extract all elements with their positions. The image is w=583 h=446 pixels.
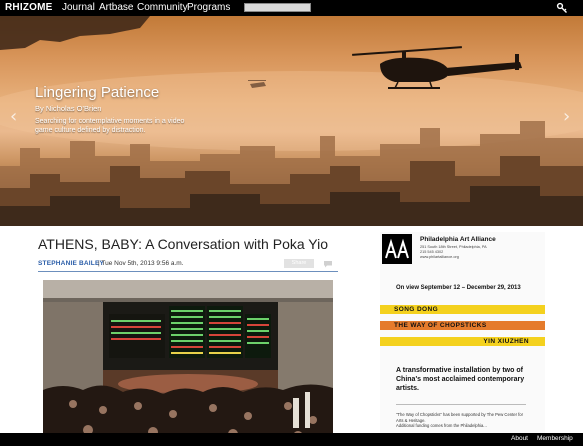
art-alliance-logo xyxy=(382,234,412,264)
hero-byline: By Nicholas O'Brien xyxy=(35,104,102,113)
ad-address-line: www.philartalliance.org xyxy=(420,255,459,259)
footer-membership-link[interactable]: Membership xyxy=(537,435,573,442)
hero-next-arrow-icon[interactable]: › xyxy=(563,106,570,127)
ad-support-text: "The Way of Chopsticks" has been support… xyxy=(396,412,531,429)
ad-exhibition-title: THE WAY OF CHOPSTICKS xyxy=(380,321,545,330)
ad-address: 251 South 18th Street, Philadelphia, PA … xyxy=(420,245,530,260)
key-icon[interactable] xyxy=(556,2,568,14)
search-input[interactable] xyxy=(244,3,311,12)
article-author[interactable]: STEPHANIE BAILEY xyxy=(38,260,104,267)
nav-item-artbase[interactable]: Artbase xyxy=(99,2,133,13)
hero-description: Searching for contemplative moments in a… xyxy=(35,118,185,134)
nav-item-programs[interactable]: Programs xyxy=(187,2,230,13)
article-photo[interactable] xyxy=(43,280,333,446)
hero-banner[interactable]: Lingering Patience By Nicholas O'Brien S… xyxy=(0,16,583,226)
footer: About Membership xyxy=(0,433,583,446)
ad-org-name: Philadelphia Art Alliance xyxy=(420,236,496,243)
ad-artist-song-dong: SONG DONG xyxy=(380,305,545,314)
hero-title[interactable]: Lingering Patience xyxy=(35,84,159,101)
ad-on-view: On view September 12 – December 29, 2013 xyxy=(396,285,521,291)
article-date: | Tue Nov 5th, 2013 9:56 a.m. xyxy=(98,260,184,267)
rhizome-logo[interactable]: RHIZOME xyxy=(5,2,53,13)
trading-floor-image xyxy=(43,280,333,446)
ad-artist-yin-xiuzhen: YIN XIUZHEN xyxy=(380,337,545,346)
nav-item-community[interactable]: Community xyxy=(137,2,188,13)
advertisement[interactable]: Philadelphia Art Alliance 251 South 18th… xyxy=(380,232,545,446)
top-nav: RHIZOME Journal Artbase Community Progra… xyxy=(0,0,583,16)
article-meta: STEPHANIE BAILEY | Tue Nov 5th, 2013 9:5… xyxy=(38,258,338,272)
ad-divider xyxy=(396,404,526,405)
ad-support-line: Additional funding comes from the Philad… xyxy=(396,423,487,428)
article-title[interactable]: ATHENS, BABY: A Conversation with Poka Y… xyxy=(38,236,328,252)
hero-prev-arrow-icon[interactable]: ‹ xyxy=(10,106,17,127)
nav-item-journal[interactable]: Journal xyxy=(62,2,95,13)
ad-support-line: "The Way of Chopsticks" has been support… xyxy=(396,412,524,423)
comment-icon[interactable] xyxy=(323,260,333,268)
ad-tagline: A transformative installation by two of … xyxy=(396,367,525,392)
share-button[interactable]: Share xyxy=(284,259,314,268)
footer-about-link[interactable]: About xyxy=(511,435,528,442)
